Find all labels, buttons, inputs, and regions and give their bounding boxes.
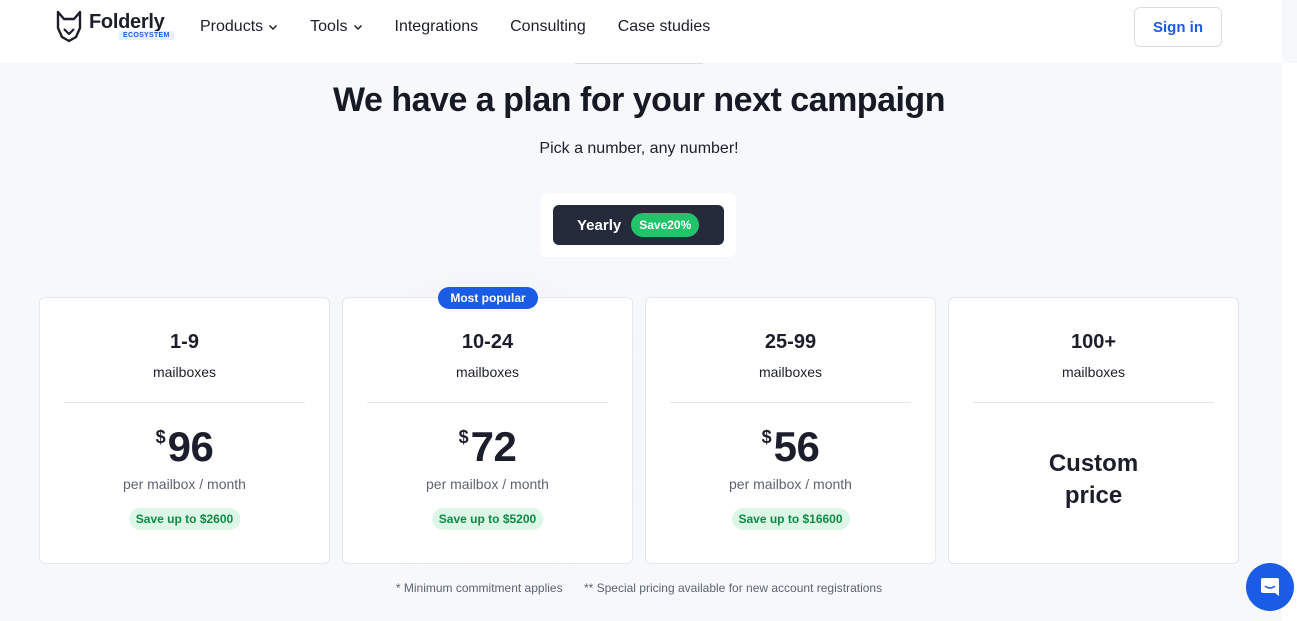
plan-price: $ 96 [40,423,329,471]
plan-card-100-plus[interactable]: 100+ mailboxes Custom price [948,297,1239,564]
plan-unit: mailboxes [455,364,520,380]
billing-yearly-label: Yearly [577,216,622,234]
brand-wordmark: Folderly ECOSYSTEM [89,10,174,40]
plan-range: 100+ [1070,331,1117,353]
savings-badge: Save up to $5200 [431,508,544,530]
price-period: per mailbox / month [426,476,549,492]
nav-item-integrations[interactable]: Integrations [395,17,479,37]
custom-price-line: Custom [1048,450,1139,477]
currency-symbol: $ [761,427,772,447]
plan-range: 10-24 [461,331,514,353]
pricing-footnotes: * Minimum commitment applies ** Special … [0,581,1278,595]
fox-logo-icon [56,10,82,43]
chat-bubble-icon [1261,578,1279,596]
save-percent-badge: Save20% [631,213,700,237]
savings-badge: Save up to $16600 [731,508,850,530]
sign-in-button[interactable]: Sign in [1134,7,1222,47]
nav-item-label: Consulting [510,18,586,35]
currency-symbol: $ [155,427,166,447]
nav-item-label: Integrations [394,18,479,35]
plan-unit: mailboxes [758,364,823,380]
nav-item-consulting[interactable]: Consulting [510,17,586,37]
nav-item-label: Products [200,18,264,35]
custom-price: Custom price [949,448,1238,512]
plan-unit: mailboxes [1061,364,1126,380]
savings-badge: Save up to $2600 [128,508,241,530]
main-nav: Products Tools Integrations Consulting C… [200,17,742,37]
plan-price: $ 72 [343,423,632,471]
plan-unit: mailboxes [152,364,217,380]
plan-divider [973,402,1214,403]
footnote: ** Special pricing available for new acc… [583,581,883,595]
price-amount: 56 [773,423,820,470]
plan-price: $ 56 [646,423,935,471]
chevron-down-icon [353,24,362,31]
plan-card-10-24[interactable]: 10-24 mailboxes $ 72 per mailbox / month… [342,297,633,564]
page-scrollbar[interactable] [1282,63,1297,621]
top-navigation-bar: Folderly ECOSYSTEM Products Tools Integr… [0,0,1282,63]
most-popular-badge: Most popular [438,287,538,309]
brand-logo[interactable]: Folderly ECOSYSTEM [55,10,174,43]
price-period: per mailbox / month [123,476,246,492]
price-period: per mailbox / month [729,476,852,492]
custom-price-line: price [1064,482,1123,509]
brand-badge: ECOSYSTEM [119,31,174,40]
nav-item-products[interactable]: Products [200,17,278,37]
price-amount: 96 [167,423,214,470]
plan-divider [64,402,305,403]
nav-item-case-studies[interactable]: Case studies [618,17,711,37]
page-subtitle: Pick a number, any number! [539,140,739,157]
plan-range: 1-9 [170,331,199,353]
chat-launcher-button[interactable] [1246,563,1294,611]
plan-card-1-9[interactable]: 1-9 mailboxes $ 96 per mailbox / month S… [39,297,330,564]
currency-symbol: $ [458,427,469,447]
chevron-down-icon [269,24,278,31]
nav-item-label: Case studies [617,18,711,35]
plan-card-25-99[interactable]: 25-99 mailboxes $ 56 per mailbox / month… [645,297,936,564]
plan-divider [367,402,608,403]
plan-divider [670,402,911,403]
price-amount: 72 [470,423,517,470]
nav-item-tools[interactable]: Tools [310,17,362,37]
page-title: We have a plan for your next campaign [333,81,945,119]
plan-range: 25-99 [764,331,817,353]
nav-item-label: Tools [310,18,348,35]
footnote: * Minimum commitment applies [395,581,563,595]
section-divider [575,63,703,64]
billing-toggle-container: Yearly Save20% [541,193,736,257]
billing-yearly-toggle[interactable]: Yearly Save20% [553,205,724,245]
